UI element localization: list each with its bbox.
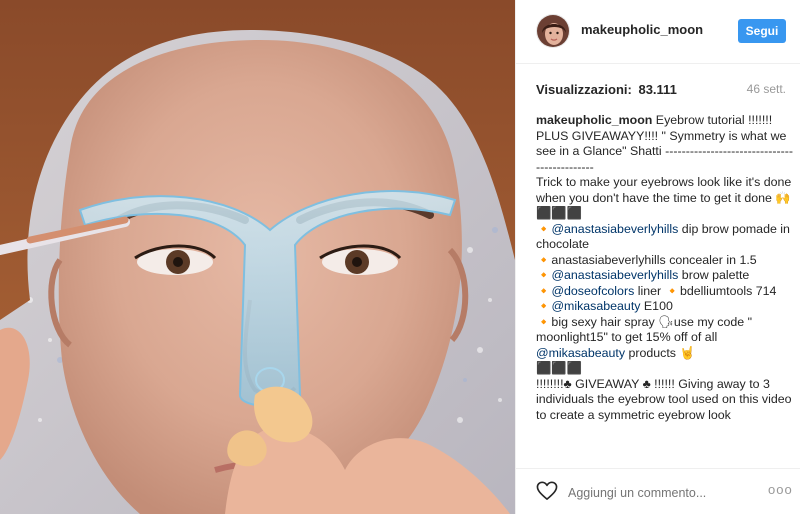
caption-products: 🔸@anastasiabeverlyhills dip brow pomade … <box>536 221 790 360</box>
mention-link[interactable]: @anastasiabeverlyhills <box>551 222 678 236</box>
caption-text: products 🤘 <box>625 345 695 360</box>
post-time-ago[interactable]: 46 sett. <box>747 82 786 96</box>
heart-icon[interactable] <box>536 481 558 501</box>
caption-trick: Trick to make your eyebrows look like it… <box>536 175 792 205</box>
post-stats: Visualizzazioni: 83.111 46 sett. <box>536 82 786 102</box>
views-count: 83.111 <box>638 82 677 97</box>
mention-link[interactable]: @doseofcolors <box>551 284 634 298</box>
more-options-icon[interactable]: ooo <box>768 482 793 497</box>
post-image <box>0 0 515 514</box>
caption-intro: makeupholic_moon Eyebrow tutorial !!!!!!… <box>536 113 794 175</box>
mention-link[interactable]: @mikasabeauty <box>551 299 640 313</box>
avatar[interactable] <box>536 14 570 48</box>
post-header: makeupholic_moon Segui <box>516 0 800 64</box>
post-footer: ooo <box>516 468 800 514</box>
caption-separator: ⬛⬛⬛ <box>536 361 583 375</box>
mention-link[interactable]: @anastasiabeverlyhills <box>551 268 678 282</box>
mention-link[interactable]: @mikasabeauty <box>536 346 625 360</box>
post-side-panel: makeupholic_moon Segui Visualizzazioni: … <box>515 0 800 514</box>
caption: makeupholic_moon Eyebrow tutorial !!!!!!… <box>536 113 794 465</box>
caption-username[interactable]: makeupholic_moon <box>536 113 652 127</box>
caption-separator: ⬛⬛⬛ <box>536 206 583 220</box>
caption-text: E100 <box>640 299 673 313</box>
avatar-image <box>537 15 569 47</box>
post-username[interactable]: makeupholic_moon <box>581 22 703 37</box>
caption-giveaway: !!!!!!!!♣ GIVEAWAY ♣ !!!!!! Giving away … <box>536 376 792 422</box>
caption-text: brow palette <box>678 268 750 282</box>
follow-button[interactable]: Segui <box>738 19 786 43</box>
caption-text: 🔸big sexy hair spray 🗣use my code " moon… <box>536 314 752 345</box>
caption-text: 🔸anastasiabeverlyhills concealer in 1.5 <box>536 252 757 267</box>
post-video[interactable] <box>0 0 515 514</box>
views-label: Visualizzazioni: <box>536 82 632 97</box>
add-comment-input[interactable] <box>568 484 748 502</box>
